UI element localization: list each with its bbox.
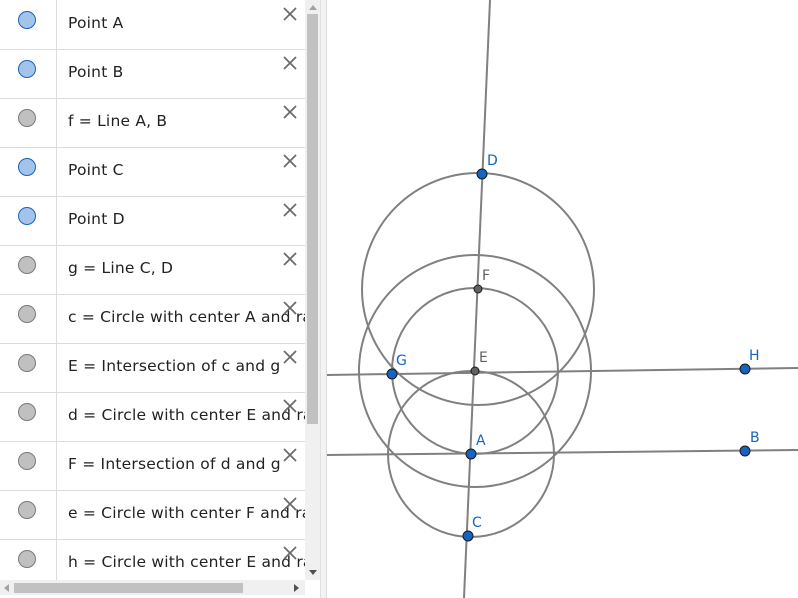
algebra-item[interactable]: g = Line C, D [0,245,305,295]
visibility-toggle-cell[interactable] [0,49,57,98]
algebra-item-label[interactable]: g = Line C, D [68,259,173,277]
algebra-item-label[interactable]: Point A [68,14,123,32]
algebra-item[interactable]: c = Circle with center A and ra [0,294,305,344]
horizontal-scrollbar[interactable] [0,580,305,595]
visibility-toggle-cell[interactable] [0,98,57,147]
algebra-item-label[interactable]: Point D [68,210,125,228]
point-label-c[interactable]: C [472,515,482,531]
point-d[interactable] [476,168,488,180]
visibility-marble-icon[interactable] [18,207,36,225]
point-b[interactable] [739,445,751,457]
line-g[interactable] [463,0,491,598]
close-icon[interactable] [281,495,299,513]
point-label-e[interactable]: E [479,350,488,366]
algebra-item[interactable]: e = Circle with center F and ra [0,490,305,540]
scroll-right-arrow-icon[interactable] [294,584,299,592]
point-c[interactable] [462,530,474,542]
visibility-marble-icon[interactable] [18,403,36,421]
point-a[interactable] [465,448,477,460]
algebra-item-label[interactable]: Point B [68,63,123,81]
visibility-toggle-cell[interactable] [0,441,57,490]
visibility-toggle-cell[interactable] [0,294,57,343]
close-icon[interactable] [281,446,299,464]
view-divider[interactable] [320,0,327,598]
visibility-marble-icon[interactable] [18,109,36,127]
algebra-item-label[interactable]: d = Circle with center E and ra [68,406,305,424]
point-label-g[interactable]: G [396,353,407,369]
visibility-toggle-cell[interactable] [0,147,57,196]
visibility-toggle-cell[interactable] [0,490,57,539]
point-label-d[interactable]: D [487,153,498,169]
algebra-item-label[interactable]: h = Circle with center E and ra [68,553,305,571]
algebra-item-label[interactable]: E = Intersection of c and g [68,357,280,375]
algebra-item[interactable]: h = Circle with center E and ra [0,539,305,580]
close-icon[interactable] [281,299,299,317]
visibility-toggle-cell[interactable] [0,392,57,441]
visibility-marble-icon[interactable] [18,452,36,470]
close-icon[interactable] [281,201,299,219]
algebra-item[interactable]: d = Circle with center E and ra [0,392,305,442]
graphics-view[interactable]: A B C D E F G H [327,0,798,598]
point-label-b[interactable]: B [750,430,760,446]
point-h[interactable] [739,363,751,375]
close-icon[interactable] [281,397,299,415]
visibility-marble-icon[interactable] [18,550,36,568]
point-label-a[interactable]: A [476,433,486,449]
point-g[interactable] [386,368,398,380]
close-icon[interactable] [281,250,299,268]
close-icon[interactable] [281,5,299,23]
visibility-toggle-cell[interactable] [0,196,57,245]
line-f[interactable] [327,449,798,456]
visibility-toggle-cell[interactable] [0,539,57,580]
algebra-list: Point A Point B f = Line A, B Point C Point … [0,0,305,580]
algebra-item[interactable]: Point B [0,49,305,99]
visibility-marble-icon[interactable] [18,60,36,78]
algebra-item-label[interactable]: c = Circle with center A and ra [68,308,305,326]
algebra-item[interactable]: E = Intersection of c and g [0,343,305,393]
close-icon[interactable] [281,103,299,121]
algebra-item[interactable]: F = Intersection of d and g [0,441,305,491]
point-f[interactable] [473,284,483,294]
scroll-up-arrow-icon[interactable] [309,5,317,10]
visibility-marble-icon[interactable] [18,354,36,372]
algebra-item-label[interactable]: F = Intersection of d and g [68,455,281,473]
visibility-marble-icon[interactable] [18,158,36,176]
vertical-scroll-thumb[interactable] [307,14,318,424]
algebra-item[interactable]: Point D [0,196,305,246]
close-icon[interactable] [281,152,299,170]
horizontal-scroll-thumb[interactable] [14,583,243,593]
algebra-item[interactable]: f = Line A, B [0,98,305,148]
point-label-h[interactable]: H [749,348,760,364]
visibility-marble-icon[interactable] [18,305,36,323]
algebra-item-label[interactable]: f = Line A, B [68,112,167,130]
close-icon[interactable] [281,54,299,72]
point-e[interactable] [470,366,480,376]
vertical-scrollbar[interactable] [305,0,320,580]
visibility-marble-icon[interactable] [18,256,36,274]
visibility-marble-icon[interactable] [18,11,36,29]
close-icon[interactable] [281,348,299,366]
algebra-view: Point A Point B f = Line A, B Point C Point … [0,0,320,598]
close-icon[interactable] [281,544,299,562]
algebra-item[interactable]: Point C [0,147,305,197]
algebra-item-label[interactable]: e = Circle with center F and ra [68,504,305,522]
visibility-marble-icon[interactable] [18,501,36,519]
visibility-toggle-cell[interactable] [0,343,57,392]
algebra-item-label[interactable]: Point C [68,161,124,179]
visibility-toggle-cell[interactable] [0,0,57,49]
algebra-item[interactable]: Point A [0,0,305,50]
graphics-canvas[interactable]: A B C D E F G H [327,0,798,598]
scroll-down-arrow-icon[interactable] [309,570,317,575]
visibility-toggle-cell[interactable] [0,245,57,294]
point-label-f[interactable]: F [482,268,490,284]
scroll-left-arrow-icon[interactable] [4,584,9,592]
